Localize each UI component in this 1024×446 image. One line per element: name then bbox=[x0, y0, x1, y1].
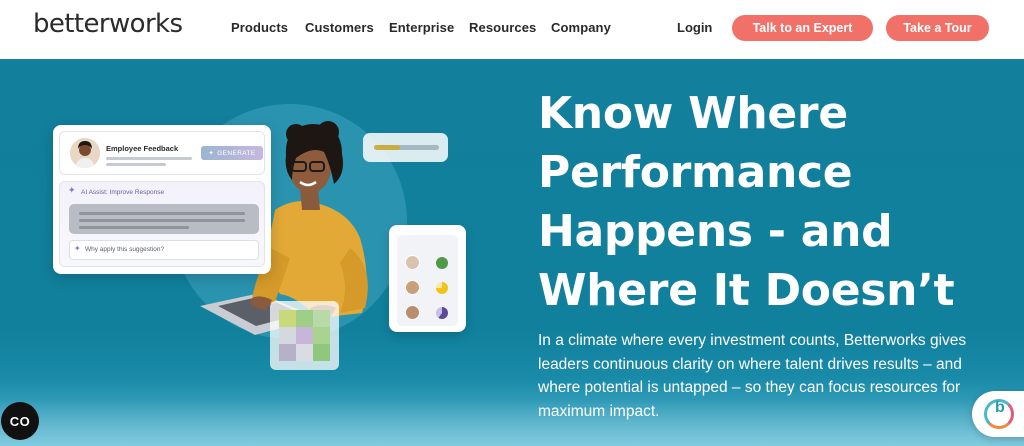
generate-label: GENERATE bbox=[217, 149, 256, 157]
heatmap-cell bbox=[296, 344, 313, 361]
progress-track bbox=[374, 145, 439, 150]
team-member-avatar bbox=[405, 305, 420, 320]
heatmap-cell bbox=[296, 327, 313, 344]
heatmap-cell bbox=[279, 327, 296, 344]
team-member-avatar bbox=[405, 280, 420, 295]
heatmap-cell bbox=[313, 310, 330, 327]
suggestion-text-block bbox=[69, 204, 259, 234]
take-a-tour-button[interactable]: Take a Tour bbox=[886, 15, 989, 41]
team-member-avatar bbox=[405, 255, 420, 270]
headline-line: Performance bbox=[538, 147, 853, 198]
subtext-line: leaders continuous clarity on where tale… bbox=[538, 355, 962, 373]
team-status-list bbox=[397, 235, 458, 326]
team-status-card bbox=[389, 225, 466, 332]
heatmap-cell bbox=[313, 327, 330, 344]
placeholder-line bbox=[79, 226, 189, 229]
chat-launcher-button[interactable]: b bbox=[972, 391, 1024, 437]
progress-fill bbox=[374, 145, 400, 150]
progress-card bbox=[363, 133, 448, 162]
placeholder-line bbox=[106, 163, 166, 166]
headline-line: Where It Doesn’t bbox=[538, 265, 955, 316]
subtext-line: maximum impact. bbox=[538, 402, 660, 420]
ai-assist-label: AI Assist: Improve Response bbox=[81, 189, 165, 196]
chat-b-glyph: b bbox=[995, 399, 1005, 416]
hero-headline: Know Where Performance Happens - and Whe… bbox=[538, 84, 998, 320]
site-header: betterworks Products Customers Enterpris… bbox=[0, 0, 1024, 59]
status-pie-purple bbox=[436, 307, 448, 319]
nav-products[interactable]: Products bbox=[231, 20, 288, 35]
heatmap-cell bbox=[313, 344, 330, 361]
why-apply-label: Why apply this suggestion? bbox=[85, 246, 165, 253]
person-avatar-icon bbox=[70, 138, 100, 168]
nav-enterprise[interactable]: Enterprise bbox=[389, 20, 454, 35]
nav-customers[interactable]: Customers bbox=[305, 20, 374, 35]
ai-assist-panel: ✦ AI Assist: Improve Response ✦ Why appl… bbox=[59, 181, 265, 267]
heatmap-cell bbox=[279, 344, 296, 361]
talk-to-expert-button[interactable]: Talk to an Expert bbox=[732, 15, 873, 41]
placeholder-line bbox=[79, 212, 245, 215]
subtext-line: In a climate where every investment coun… bbox=[538, 332, 967, 349]
heatmap-cell bbox=[279, 310, 296, 327]
feedback-card-header: Employee Feedback ✦ GENERATE bbox=[59, 131, 265, 175]
subtext-line: where potential is untapped – so they ca… bbox=[538, 379, 961, 396]
status-pie-yellow bbox=[436, 282, 448, 294]
placeholder-line bbox=[106, 157, 192, 160]
headline-line: Happens - and bbox=[538, 206, 893, 257]
feedback-card-title: Employee Feedback bbox=[106, 144, 179, 153]
hero-subtext: In a climate where every investment coun… bbox=[538, 329, 988, 423]
placeholder-line bbox=[79, 219, 245, 222]
sparkle-icon: ✦ bbox=[74, 244, 81, 253]
sparkle-icon: ✦ bbox=[208, 150, 215, 157]
nav-resources[interactable]: Resources bbox=[469, 20, 536, 35]
employee-feedback-card: Employee Feedback ✦ GENERATE ✦ AI Assist… bbox=[53, 125, 271, 274]
generate-button[interactable]: ✦ GENERATE bbox=[201, 146, 263, 160]
headline-line: Know Where bbox=[538, 88, 848, 139]
heatmap-cell bbox=[296, 310, 313, 327]
employee-avatar bbox=[70, 138, 100, 168]
ai-sparkle-icon: ✦ bbox=[68, 185, 76, 195]
login-link[interactable]: Login bbox=[677, 20, 712, 35]
why-apply-suggestion-button[interactable]: ✦ Why apply this suggestion? bbox=[69, 240, 259, 260]
nav-company[interactable]: Company bbox=[551, 20, 611, 35]
co-accessibility-badge[interactable]: CO bbox=[1, 402, 39, 440]
betterworks-logo[interactable]: betterworks bbox=[33, 9, 183, 39]
betterworks-chat-icon: b bbox=[984, 399, 1014, 429]
status-dot-green bbox=[436, 257, 448, 269]
heatmap-tile bbox=[270, 301, 339, 370]
